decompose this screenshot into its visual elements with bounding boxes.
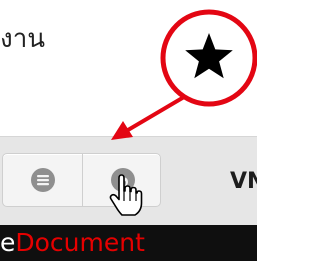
hand-pointer-icon <box>109 174 143 216</box>
annotation-callout <box>160 9 257 107</box>
brand-logo-rest: Document <box>15 228 145 257</box>
toolbar-title: VN <box>230 169 257 194</box>
brand-logo-e: e <box>0 228 16 257</box>
page-text-fragment: งาน <box>0 24 46 54</box>
screenshot-root: งาน VN eDocument <box>0 0 257 261</box>
star-icon <box>185 33 233 79</box>
annotation-arrow <box>111 95 186 140</box>
menu-button[interactable] <box>3 154 83 206</box>
brand-bar: eDocument <box>0 225 257 261</box>
brand-logo[interactable]: eDocument <box>0 227 145 259</box>
menu-icon <box>30 168 55 192</box>
